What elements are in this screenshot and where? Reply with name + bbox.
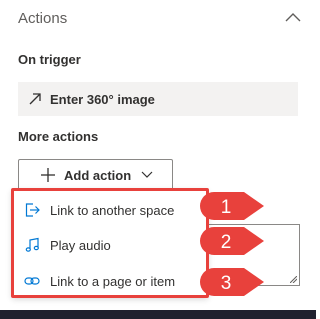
chevron-down-icon bbox=[141, 171, 153, 178]
callout-number: 3 bbox=[221, 273, 232, 294]
more-actions-label: More actions bbox=[18, 129, 99, 144]
on-trigger-label: On trigger bbox=[18, 52, 81, 67]
dropdown-highlight-box bbox=[11, 188, 209, 298]
callout-badge-2: 2 bbox=[200, 227, 264, 255]
resize-grip-icon bbox=[290, 276, 297, 283]
add-action-label: Add action bbox=[64, 167, 132, 183]
bottom-bar bbox=[0, 310, 316, 319]
trigger-action-item[interactable]: Enter 360° image bbox=[18, 82, 298, 116]
trigger-action-label: Enter 360° image bbox=[50, 91, 155, 107]
callout-number: 2 bbox=[221, 232, 232, 253]
panel-title: Actions bbox=[18, 10, 68, 27]
collapse-chevron-icon[interactable] bbox=[284, 11, 302, 23]
add-action-button[interactable]: Add action bbox=[18, 159, 173, 191]
callout-badge-1: 1 bbox=[200, 192, 264, 220]
plus-icon bbox=[41, 168, 55, 182]
arrow-up-right-icon bbox=[29, 93, 41, 105]
callout-badge-3: 3 bbox=[200, 268, 264, 296]
callout-number: 1 bbox=[221, 197, 232, 218]
